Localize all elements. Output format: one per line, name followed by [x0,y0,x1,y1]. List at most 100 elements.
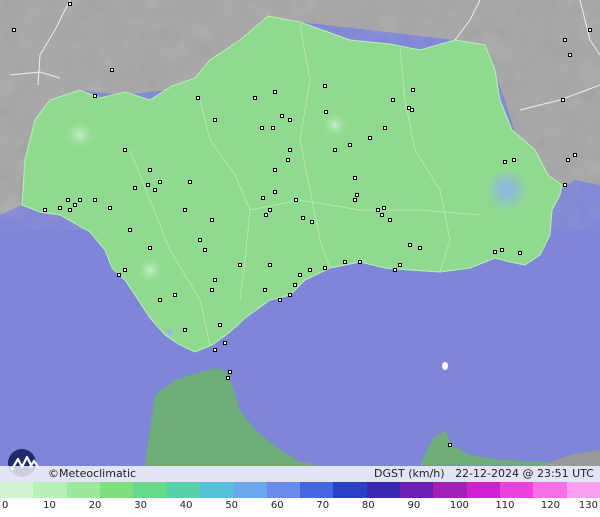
scale-tick-label: 70 [316,500,330,511]
station-marker [158,298,162,302]
station-marker [391,98,395,102]
scale-tick-label: 120 [540,500,560,511]
station-marker [173,293,177,297]
station-marker [280,114,284,118]
station-marker [288,293,292,297]
brand-credit: ©Meteoclimatic [48,467,137,480]
station-marker [348,143,352,147]
station-marker [294,198,298,202]
station-marker [393,268,397,272]
scale-swatch [99,482,134,498]
scale-swatch [433,482,467,498]
scale-tick-label: 110 [495,500,515,511]
station-marker [73,203,77,207]
station-marker [183,328,187,332]
station-marker [308,268,312,272]
station-marker [210,218,214,222]
station-marker [355,193,359,197]
station-marker [128,228,132,232]
scale-swatch [399,482,434,498]
station-marker [588,28,592,32]
scale-tick-label: 100 [449,500,469,511]
station-marker [407,106,411,110]
station-marker [278,298,282,302]
station-marker [93,198,97,202]
station-marker [268,208,272,212]
station-marker [368,136,372,140]
scale-swatch [199,482,234,498]
station-marker [117,273,121,277]
station-marker [213,348,217,352]
station-marker [210,288,214,292]
scale-tick-label: 20 [88,500,102,511]
station-marker [561,98,565,102]
station-marker [568,53,572,57]
station-marker [228,370,232,374]
station-marker [293,283,297,287]
station-marker [353,198,357,202]
station-marker [196,96,200,100]
station-marker [408,243,412,247]
scale-swatch [499,482,534,498]
station-marker [223,341,227,345]
station-marker [566,158,570,162]
station-marker [153,188,157,192]
scale-tick-label: 10 [43,500,56,511]
brand-name: Meteoclimatic [59,467,137,480]
scale-swatch [233,482,267,498]
map-info: DGST (km/h) 22-12-2024 @ 23:51 UTC [374,466,594,482]
station-marker [383,126,387,130]
station-marker [358,260,362,264]
station-marker [68,2,72,6]
gust-hotspot [483,166,531,214]
station-marker [123,148,127,152]
station-marker [512,158,516,162]
map-footer: ©Meteoclimatic DGST (km/h) 22-12-2024 @ … [0,466,600,482]
station-marker [158,180,162,184]
station-marker [273,90,277,94]
station-marker [418,246,422,250]
color-scale-legend [0,482,600,498]
station-marker [448,443,452,447]
scale-tick-label: 50 [225,500,239,511]
station-marker [333,148,337,152]
station-marker [123,268,127,272]
station-marker [218,323,222,327]
station-marker [108,206,112,210]
station-marker [226,376,230,380]
scale-swatch [533,482,567,498]
scale-swatch [266,482,300,498]
scale-swatch [333,482,367,498]
station-marker [380,213,384,217]
station-marker [382,206,386,210]
station-marker [148,168,152,172]
station-marker [563,183,567,187]
station-marker [298,273,302,277]
station-marker [264,213,268,217]
station-marker [238,263,242,267]
station-marker [273,190,277,194]
station-marker [323,84,327,88]
station-marker [323,266,327,270]
station-marker [288,148,292,152]
station-marker [324,110,328,114]
station-marker [398,263,402,267]
station-marker [93,94,97,98]
station-marker [273,168,277,172]
station-marker [213,278,217,282]
scale-tick-label: 130 [578,500,598,511]
color-scale-labels: 0 10 20 30 40 50 60 70 80 90 100 110 120 130 [0,498,600,517]
wind-gust-map [0,0,600,517]
station-marker [518,251,522,255]
scale-swatch [166,482,200,498]
station-marker [353,176,357,180]
scale-swatch [466,482,500,498]
station-marker [110,68,114,72]
station-marker [500,248,504,252]
station-marker [343,260,347,264]
station-marker [213,118,217,122]
station-marker [253,96,257,100]
station-marker [260,126,264,130]
station-marker [146,183,150,187]
scale-tick-label: 40 [179,500,193,511]
